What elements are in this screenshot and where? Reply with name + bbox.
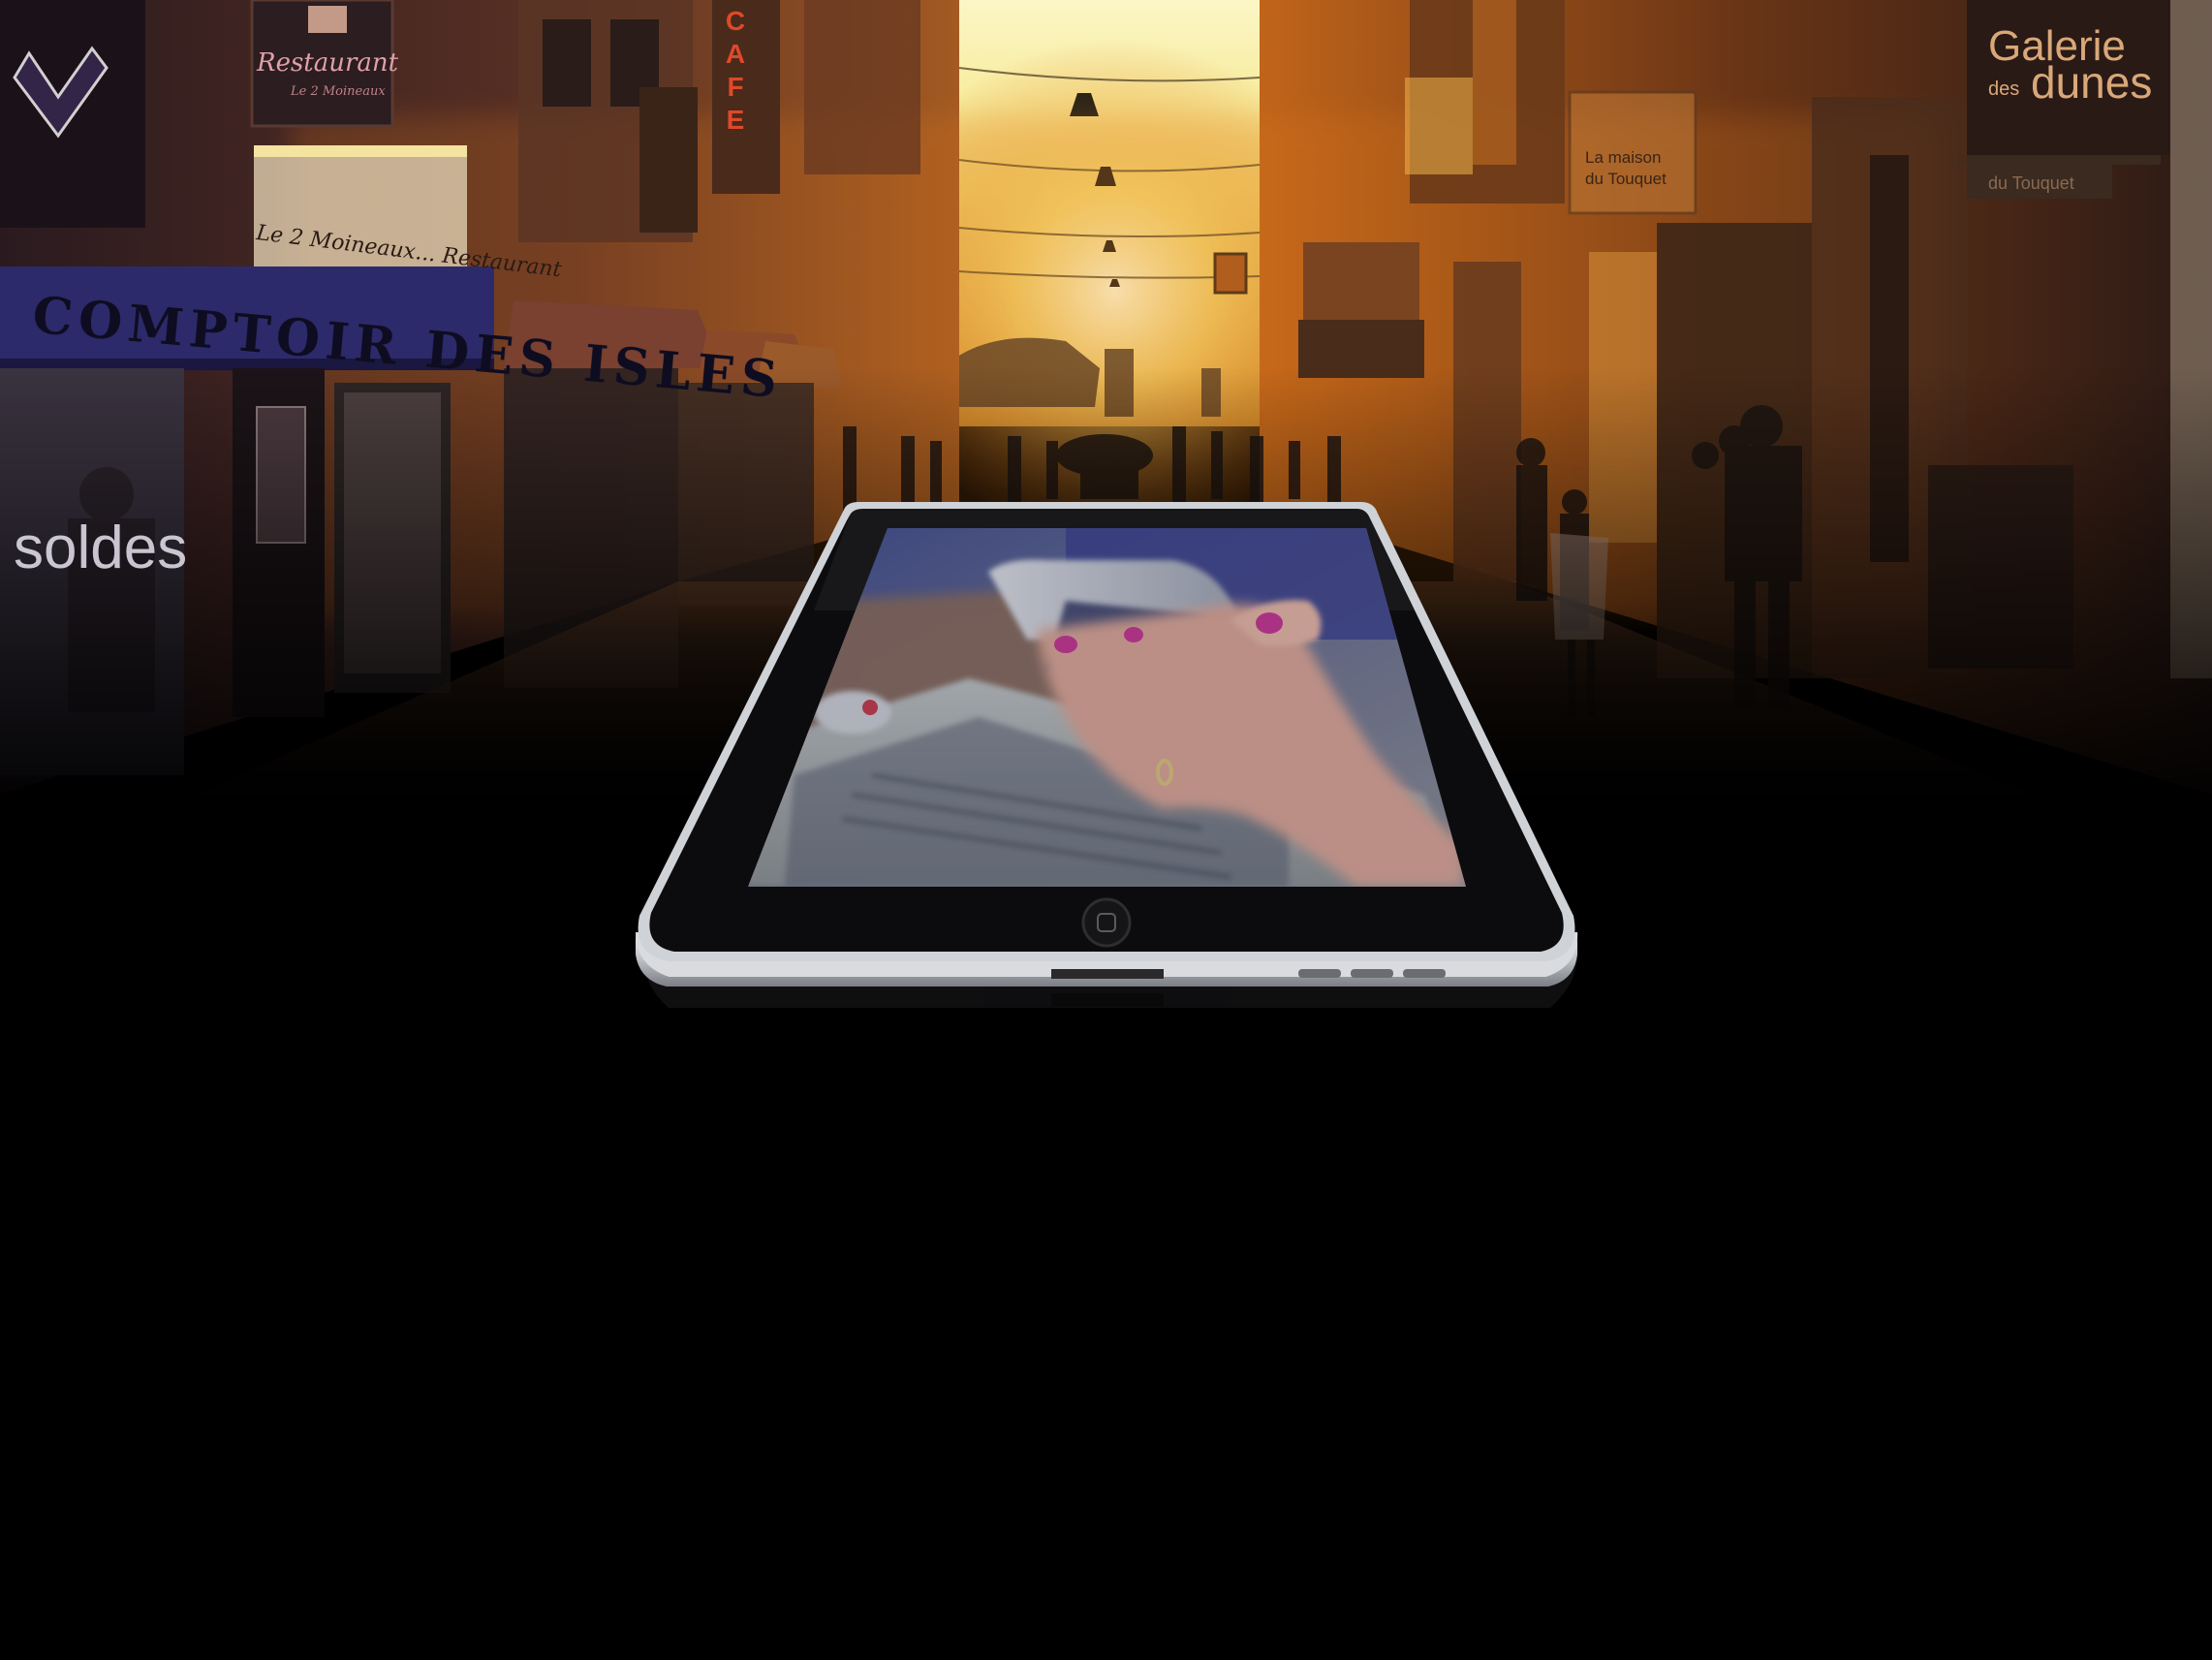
galerie-sign: Galerie des dunes du Touquet: [1967, 19, 2175, 193]
maison-sign: La maison du Touquet: [1585, 147, 1667, 190]
galerie-sign-line2-prefix: des: [1988, 78, 2020, 100]
galerie-sign-line2: dunes: [2031, 57, 2153, 108]
photo-composite: Galerie des dunes du Touquet Restaurant …: [0, 0, 2212, 1660]
soldes-sign: soldes: [14, 515, 188, 581]
dock-connector-icon: [1051, 969, 1164, 979]
home-button-icon[interactable]: [1081, 897, 1132, 948]
cafe-sign: CAFE: [721, 5, 750, 150]
galerie-sign-sub: du Touquet: [1988, 173, 2074, 193]
restaurant-sign-sub: Le 2 Moineaux: [291, 84, 386, 99]
cafe-sign-text: CAFE: [725, 6, 746, 135]
restaurant-sign: Restaurant: [257, 48, 399, 78]
speaker-grille-icon: [1298, 969, 1446, 978]
maison-sign-line1: La maison: [1585, 148, 1662, 167]
maison-sign-line2: du Touquet: [1585, 170, 1667, 188]
